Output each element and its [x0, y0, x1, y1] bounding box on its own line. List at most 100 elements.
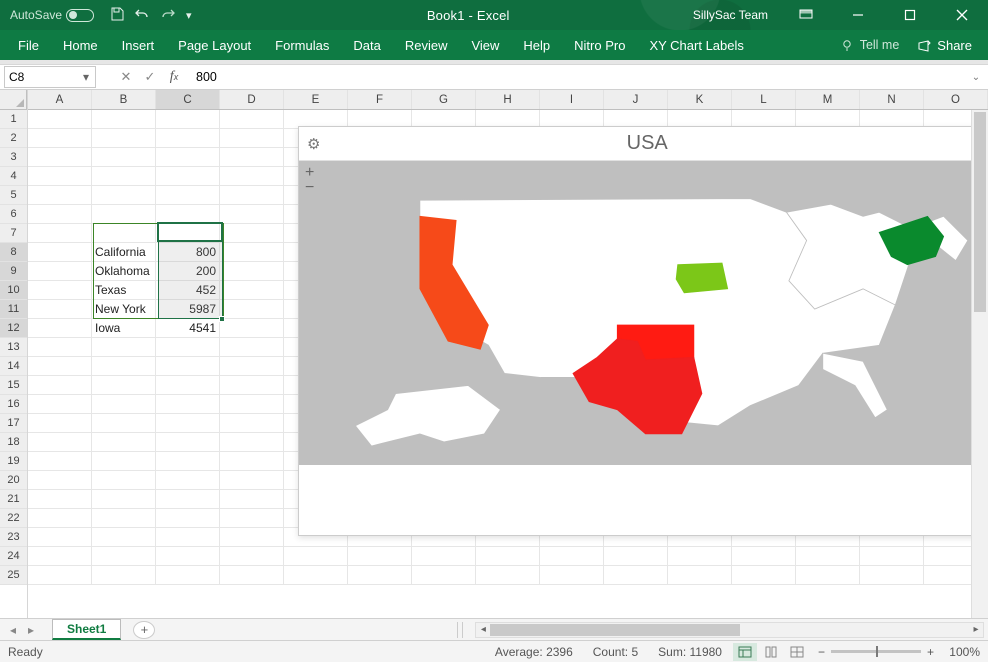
sheet-next-icon[interactable]: ▸	[22, 623, 40, 637]
cell-A14[interactable]	[28, 357, 92, 376]
cell-C7[interactable]	[156, 224, 220, 243]
tell-me-search[interactable]: Tell me	[833, 38, 908, 52]
vertical-scrollbar[interactable]	[971, 110, 988, 618]
cell-F25[interactable]	[348, 566, 412, 585]
cell-I24[interactable]	[540, 547, 604, 566]
cell-B3[interactable]	[92, 148, 156, 167]
cell-A5[interactable]	[28, 186, 92, 205]
cell-J25[interactable]	[604, 566, 668, 585]
cell-B6[interactable]	[92, 205, 156, 224]
zoom-slider[interactable]: − + 100%	[818, 645, 980, 659]
column-header-L[interactable]: L	[732, 90, 796, 109]
row-header-11[interactable]: 11	[0, 300, 27, 319]
column-header-K[interactable]: K	[668, 90, 732, 109]
column-header-H[interactable]: H	[476, 90, 540, 109]
tab-view[interactable]: View	[459, 30, 511, 60]
cell-A25[interactable]	[28, 566, 92, 585]
chart-settings-icon[interactable]: ⚙	[307, 135, 320, 153]
cell-C24[interactable]	[156, 547, 220, 566]
tab-review[interactable]: Review	[393, 30, 460, 60]
cell-N24[interactable]	[860, 547, 924, 566]
column-header-G[interactable]: G	[412, 90, 476, 109]
zoom-percent[interactable]: 100%	[940, 645, 980, 659]
column-header-J[interactable]: J	[604, 90, 668, 109]
row-header-25[interactable]: 25	[0, 566, 27, 585]
cell-D20[interactable]	[220, 471, 284, 490]
tab-help[interactable]: Help	[511, 30, 562, 60]
cell-A2[interactable]	[28, 129, 92, 148]
insert-function-button[interactable]: fx	[162, 66, 186, 88]
cell-A20[interactable]	[28, 471, 92, 490]
cell-D11[interactable]	[220, 300, 284, 319]
cell-C11[interactable]: 5987	[156, 300, 220, 319]
tab-xy-chart-labels[interactable]: XY Chart Labels	[637, 30, 755, 60]
cell-N25[interactable]	[860, 566, 924, 585]
cell-A15[interactable]	[28, 376, 92, 395]
cell-D21[interactable]	[220, 490, 284, 509]
save-icon[interactable]	[110, 7, 124, 24]
cell-D14[interactable]	[220, 357, 284, 376]
sheet-tab-active[interactable]: Sheet1	[52, 619, 121, 640]
row-header-7[interactable]: 7	[0, 224, 27, 243]
cell-B4[interactable]	[92, 167, 156, 186]
worksheet-grid[interactable]: 1234567891011121314151617181920212223242…	[0, 90, 988, 618]
row-header-16[interactable]: 16	[0, 395, 27, 414]
tab-nitro-pro[interactable]: Nitro Pro	[562, 30, 637, 60]
cell-A22[interactable]	[28, 509, 92, 528]
cell-B25[interactable]	[92, 566, 156, 585]
row-header-2[interactable]: 2	[0, 129, 27, 148]
cell-B9[interactable]: Oklahoma	[92, 262, 156, 281]
cell-B20[interactable]	[92, 471, 156, 490]
tab-file[interactable]: File	[6, 30, 51, 60]
cell-D25[interactable]	[220, 566, 284, 585]
cell-M25[interactable]	[796, 566, 860, 585]
cell-D9[interactable]	[220, 262, 284, 281]
cell-D24[interactable]	[220, 547, 284, 566]
cell-A1[interactable]	[28, 110, 92, 129]
cell-D2[interactable]	[220, 129, 284, 148]
cell-A4[interactable]	[28, 167, 92, 186]
cell-B1[interactable]	[92, 110, 156, 129]
cell-D12[interactable]	[220, 319, 284, 338]
column-header-F[interactable]: F	[348, 90, 412, 109]
cell-J24[interactable]	[604, 547, 668, 566]
cell-A11[interactable]	[28, 300, 92, 319]
column-header-O[interactable]: O	[924, 90, 988, 109]
cell-D22[interactable]	[220, 509, 284, 528]
cell-D8[interactable]	[220, 243, 284, 262]
cell-A12[interactable]	[28, 319, 92, 338]
cell-B11[interactable]: New York	[92, 300, 156, 319]
minimize-button[interactable]	[836, 0, 880, 30]
cell-C10[interactable]: 452	[156, 281, 220, 300]
cell-D18[interactable]	[220, 433, 284, 452]
cell-C17[interactable]	[156, 414, 220, 433]
select-all-button[interactable]	[0, 90, 27, 110]
cell-B22[interactable]	[92, 509, 156, 528]
cell-C18[interactable]	[156, 433, 220, 452]
name-box-dropdown-icon[interactable]: ▾	[79, 69, 93, 85]
cell-B18[interactable]	[92, 433, 156, 452]
cell-D3[interactable]	[220, 148, 284, 167]
row-header-24[interactable]: 24	[0, 547, 27, 566]
undo-icon[interactable]	[134, 7, 150, 24]
cell-C22[interactable]	[156, 509, 220, 528]
column-header-D[interactable]: D	[220, 90, 284, 109]
hscroll-left-icon[interactable]: ◂	[476, 623, 490, 637]
vertical-scrollbar-thumb[interactable]	[974, 112, 986, 312]
redo-icon[interactable]	[160, 7, 176, 24]
map-chart-object[interactable]: ⚙ USA ◂ + −	[298, 126, 988, 536]
cell-D10[interactable]	[220, 281, 284, 300]
row-header-18[interactable]: 18	[0, 433, 27, 452]
row-header-19[interactable]: 19	[0, 452, 27, 471]
cell-D17[interactable]	[220, 414, 284, 433]
cell-I25[interactable]	[540, 566, 604, 585]
cell-C20[interactable]	[156, 471, 220, 490]
sheet-prev-icon[interactable]: ◂	[4, 623, 22, 637]
zoom-in-icon[interactable]: +	[927, 645, 934, 659]
sheet-nav[interactable]: ◂ ▸	[0, 623, 44, 637]
tab-scroll-divider[interactable]	[457, 622, 463, 638]
zoom-out-icon[interactable]: −	[818, 645, 825, 659]
row-header-14[interactable]: 14	[0, 357, 27, 376]
cell-C15[interactable]	[156, 376, 220, 395]
column-header-N[interactable]: N	[860, 90, 924, 109]
